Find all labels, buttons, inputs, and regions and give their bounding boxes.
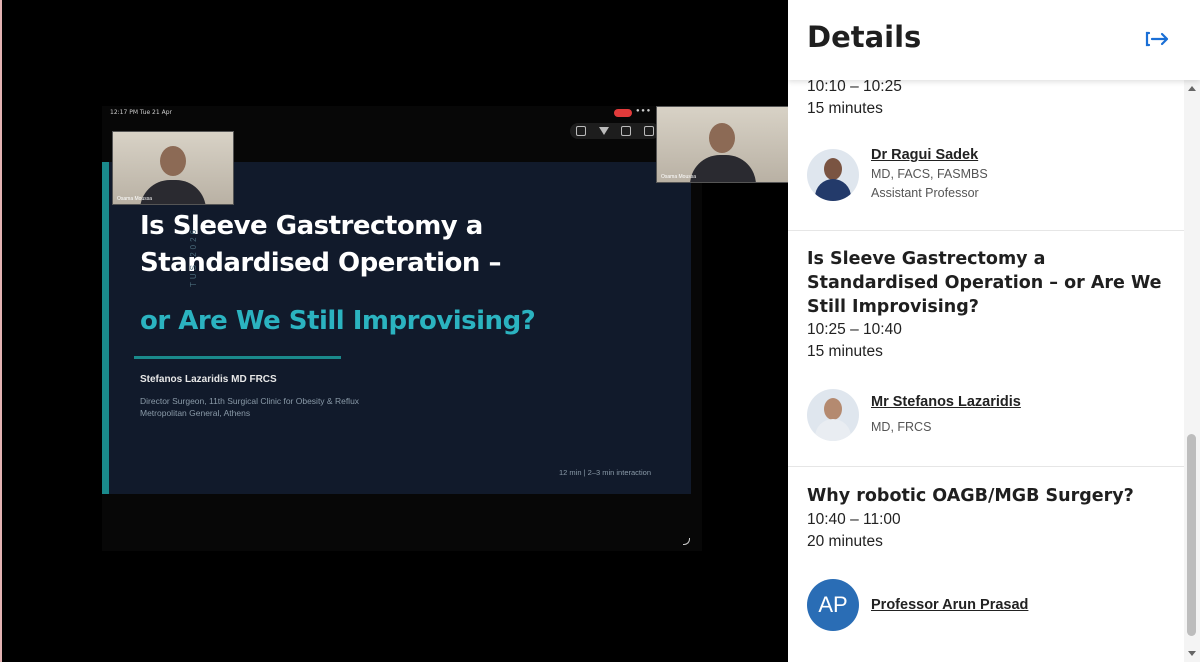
- presenter-toolbar[interactable]: [570, 123, 660, 139]
- details-panel: Details 10:10 – 10:25 15 minutes Dr Ragu…: [788, 0, 1200, 662]
- panel-title: Details: [807, 20, 922, 54]
- scrollbar-thumb[interactable]: [1187, 434, 1196, 636]
- screen-icon[interactable]: [576, 126, 587, 136]
- camera-label-large: Osama Moussa: [661, 174, 697, 180]
- speaker-credentials-text: MD, FACS, FASMBS: [871, 167, 988, 181]
- system-icons: ● ● ●: [636, 108, 651, 114]
- speaker-credentials: MD, FACS, FASMBS Assistant Professor: [871, 165, 988, 203]
- speaker-avatar: [807, 149, 859, 201]
- record-icon[interactable]: [621, 126, 632, 136]
- camera-thumbnail-small[interactable]: Osama Moussa: [112, 131, 234, 205]
- session-time: 10:25 – 10:40: [807, 321, 902, 338]
- scroll-down-icon[interactable]: [1188, 651, 1196, 656]
- camera-label: Osama Moussa: [117, 196, 153, 202]
- shared-screen: 12:17 PM Tue 21 Apr ● ● ● Is Sleeve Gast…: [102, 106, 702, 551]
- video-stage: 12:17 PM Tue 21 Apr ● ● ● Is Sleeve Gast…: [0, 0, 791, 662]
- session-title: Is Sleeve Gastrectomy a Standardised Ope…: [807, 249, 1162, 317]
- slide-vertical-text: TUS 2026: [189, 226, 198, 287]
- collapse-panel-icon[interactable]: [1143, 26, 1173, 52]
- session-title: Why robotic OAGB/MGB Surgery?: [807, 486, 1134, 506]
- slide-affiliation: Director Surgeon, 11th Surgical Clinic f…: [140, 395, 359, 419]
- speaker-link[interactable]: Professor Arun Prasad: [871, 597, 1028, 613]
- session-duration: 15 minutes: [807, 100, 883, 117]
- slide-subtitle: or Are We Still Improvising?: [140, 306, 536, 336]
- speaker-credentials: MD, FRCS: [871, 420, 932, 434]
- vertical-scrollbar[interactable]: [1184, 80, 1200, 662]
- session-duration: 20 minutes: [807, 533, 883, 550]
- session-divider: [788, 466, 1184, 467]
- slide-divider: [134, 356, 341, 359]
- session-time: 10:40 – 11:00: [807, 511, 901, 528]
- slide-meta: 12 min | 2–3 min interaction: [559, 468, 651, 477]
- camera-thumbnail-large[interactable]: Osama Moussa: [656, 106, 791, 183]
- speaker-role: Assistant Professor: [871, 186, 979, 200]
- slide-author: Stefanos Lazaridis MD FRCS: [140, 374, 277, 385]
- status-time: 12:17 PM Tue 21 Apr: [110, 109, 172, 116]
- speaker-avatar-initials: AP: [807, 579, 859, 631]
- speaker-link[interactable]: Mr Stefanos Lazaridis: [871, 394, 1021, 410]
- schedule-list[interactable]: 10:10 – 10:25 15 minutes Dr Ragui Sadek …: [788, 80, 1184, 662]
- panel-header: Details: [788, 0, 1200, 80]
- filter-icon[interactable]: [598, 127, 609, 135]
- session-divider: [788, 230, 1184, 231]
- presentation-slide: Is Sleeve Gastrectomy a Standardised Ope…: [102, 162, 691, 494]
- window-icon[interactable]: [643, 126, 654, 136]
- slide-affiliation-line1: Director Surgeon, 11th Surgical Clinic f…: [140, 396, 360, 406]
- scroll-up-icon[interactable]: [1188, 86, 1196, 91]
- speaker-avatar: [807, 389, 859, 441]
- session-duration: 15 minutes: [807, 343, 883, 360]
- session-time: 10:10 – 10:25: [807, 80, 902, 95]
- resize-handle-icon[interactable]: [683, 538, 690, 545]
- slide-affiliation-line2: Metropolitan General, Athens: [140, 408, 251, 418]
- recording-indicator: [614, 109, 632, 117]
- speaker-link[interactable]: Dr Ragui Sadek: [871, 147, 978, 163]
- app-window: 12:17 PM Tue 21 Apr ● ● ● Is Sleeve Gast…: [0, 0, 1200, 662]
